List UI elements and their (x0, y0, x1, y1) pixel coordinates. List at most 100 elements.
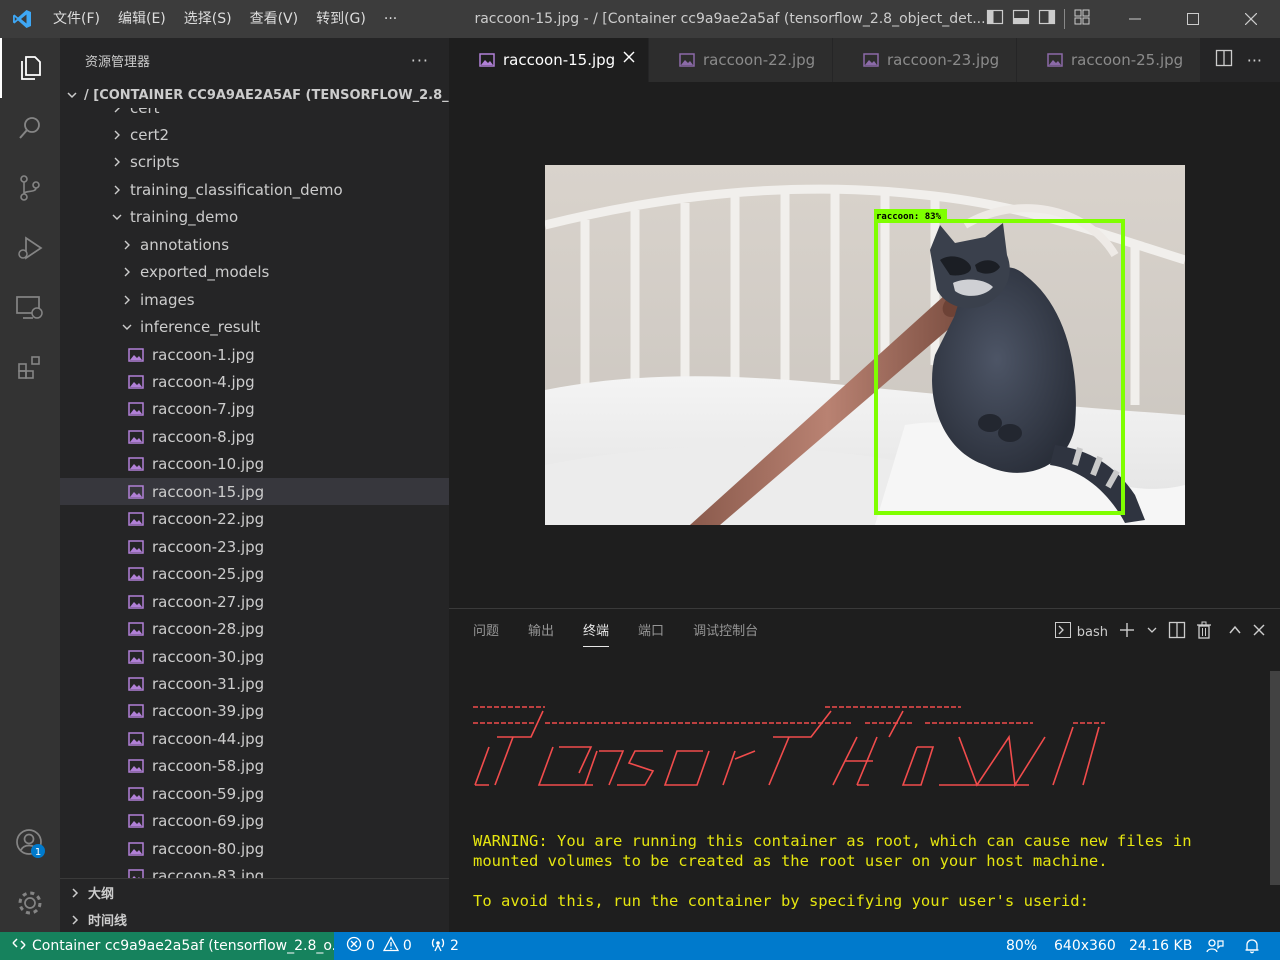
explorer-root-folder[interactable]: / [CONTAINER CC9A9AE2A5AF (TENSORFLOW_2.… (60, 82, 449, 108)
panel-tab-problems[interactable]: 问题 (473, 621, 499, 647)
run-debug-icon[interactable] (0, 218, 60, 278)
image-file-icon (128, 457, 144, 472)
tree-item-label: scripts (130, 153, 180, 172)
tree-item-label: raccoon-27.jpg (152, 592, 265, 611)
menu-view[interactable]: 查看(V) (241, 0, 308, 38)
remote-explorer-icon[interactable] (0, 278, 60, 338)
split-editor-icon[interactable] (1215, 49, 1233, 71)
panel-tab-terminal[interactable]: 终端 (583, 621, 610, 647)
file-item[interactable]: raccoon-69.jpg (60, 808, 449, 835)
menu-selection[interactable]: 选择(S) (175, 0, 241, 38)
image-file-icon (128, 787, 144, 801)
close-panel-icon[interactable] (1252, 623, 1266, 641)
feedback-icon[interactable] (1206, 932, 1224, 960)
file-item[interactable]: raccoon-80.jpg (60, 835, 449, 862)
file-item[interactable]: raccoon-22.jpg (60, 506, 449, 533)
file-item[interactable]: raccoon-27.jpg (60, 588, 449, 615)
customize-layout-icon[interactable] (1073, 8, 1091, 30)
file-item[interactable]: raccoon-44.jpg (60, 725, 449, 752)
folder-item[interactable]: training_classification_demo (60, 176, 449, 203)
file-item[interactable]: raccoon-8.jpg (60, 423, 449, 450)
source-control-icon[interactable] (0, 158, 60, 218)
file-item[interactable]: raccoon-4.jpg (60, 369, 449, 396)
folder-item[interactable]: inference_result (60, 314, 449, 341)
file-item[interactable]: raccoon-25.jpg (60, 561, 449, 588)
forwarded-ports-status[interactable]: 2 (430, 932, 459, 960)
panel-tab-debug-console[interactable]: 调试控制台 (693, 621, 758, 647)
explorer-more-icon[interactable]: ··· (411, 51, 429, 70)
menu-more[interactable]: ··· (375, 0, 406, 38)
file-item[interactable]: raccoon-1.jpg (60, 341, 449, 368)
problems-status[interactable]: 0 0 (346, 932, 412, 960)
terminal-output[interactable]: WARNING: You are running this container … (473, 831, 1253, 911)
panel-tab-output[interactable]: 输出 (528, 621, 554, 647)
file-item[interactable]: raccoon-15.jpg (60, 478, 449, 506)
image-file-icon (479, 53, 495, 67)
tab-raccoon-23[interactable]: raccoon-23.jpg (833, 38, 1017, 82)
tab-raccoon-15[interactable]: raccoon-15.jpg (449, 38, 649, 82)
chevron-down-icon (120, 321, 134, 333)
file-item[interactable]: raccoon-39.jpg (60, 698, 449, 725)
accounts-icon[interactable]: 1 (0, 813, 60, 873)
terminal-shell-selector[interactable]: bash (1054, 622, 1108, 642)
split-terminal-icon[interactable] (1168, 621, 1186, 643)
tab-raccoon-22[interactable]: raccoon-22.jpg (649, 38, 833, 82)
file-item[interactable]: raccoon-28.jpg (60, 616, 449, 643)
file-item[interactable]: raccoon-7.jpg (60, 396, 449, 423)
menu-go[interactable]: 转到(G) (307, 0, 375, 38)
tab-raccoon-25[interactable]: raccoon-25.jpg (1017, 38, 1201, 82)
image-file-icon (128, 430, 144, 444)
chevron-down-icon[interactable] (1146, 624, 1158, 640)
folder-item[interactable]: exported_models (60, 259, 449, 286)
raccoon-image[interactable]: raccoon: 83% (545, 165, 1185, 525)
maximize-button[interactable] (1164, 0, 1222, 38)
manage-gear-icon[interactable] (0, 873, 60, 933)
maximize-panel-chevron-up-icon[interactable] (1228, 623, 1242, 641)
image-file-icon (128, 677, 144, 691)
toggle-primary-sidebar-icon[interactable] (986, 8, 1004, 30)
image-file-icon (128, 622, 144, 636)
outline-section-header[interactable]: 大纲 (60, 879, 449, 906)
close-tab-icon[interactable] (622, 50, 636, 68)
tab-label: raccoon-23.jpg (887, 51, 1000, 69)
file-item[interactable]: raccoon-23.jpg (60, 533, 449, 560)
terminal-scrollbar[interactable] (1270, 671, 1280, 885)
file-item[interactable]: raccoon-10.jpg (60, 451, 449, 478)
notifications-bell-icon[interactable] (1244, 932, 1260, 960)
zoom-status[interactable]: 80% (1006, 932, 1037, 960)
close-window-button[interactable] (1222, 0, 1280, 38)
file-item[interactable]: raccoon-58.jpg (60, 753, 449, 780)
kill-terminal-trash-icon[interactable] (1196, 621, 1212, 643)
file-item[interactable]: raccoon-83.jpg (60, 863, 449, 878)
folder-item[interactable]: training_demo (60, 204, 449, 231)
file-item[interactable]: raccoon-31.jpg (60, 670, 449, 697)
remote-indicator[interactable]: Container cc9a9ae2a5af (tensorflow_2.8_o… (0, 932, 334, 960)
chevron-right-icon (110, 184, 124, 196)
folder-item[interactable]: cert2 (60, 121, 449, 148)
folder-item[interactable]: images (60, 286, 449, 313)
timeline-section-label: 时间线 (88, 914, 128, 929)
explorer-icon[interactable] (0, 38, 60, 98)
remote-icon (12, 937, 26, 955)
tree-item-label: inference_result (140, 318, 261, 337)
folder-item[interactable]: scripts (60, 149, 449, 176)
file-item[interactable]: raccoon-30.jpg (60, 643, 449, 670)
minimize-button[interactable] (1106, 0, 1164, 38)
image-file-icon (128, 869, 144, 878)
folder-item[interactable]: cert (60, 108, 449, 121)
file-item[interactable]: raccoon-59.jpg (60, 780, 449, 807)
menu-file[interactable]: 文件(F) (44, 0, 109, 38)
menu-edit[interactable]: 编辑(E) (109, 0, 175, 38)
toggle-panel-icon[interactable] (1012, 8, 1030, 30)
panel-tab-ports[interactable]: 端口 (638, 621, 664, 647)
chevron-right-icon (110, 129, 124, 141)
image-file-icon (128, 347, 144, 362)
editor-more-icon[interactable]: ··· (1247, 51, 1262, 70)
toggle-secondary-sidebar-icon[interactable] (1038, 8, 1056, 30)
search-icon[interactable] (0, 98, 60, 158)
extensions-icon[interactable] (0, 338, 60, 398)
folder-item[interactable]: annotations (60, 231, 449, 258)
new-terminal-icon[interactable] (1118, 621, 1136, 643)
timeline-section-header[interactable]: 时间线 (60, 906, 449, 932)
